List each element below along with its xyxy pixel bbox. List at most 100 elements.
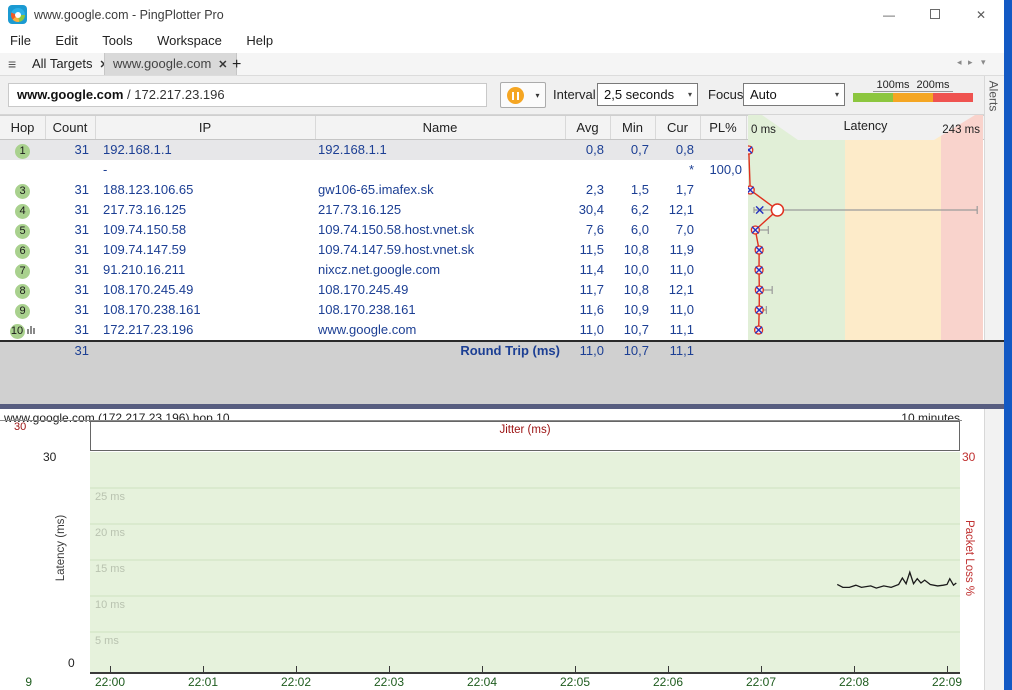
latency-scale-max: 243 ms [942,124,980,136]
table-row[interactable]: 73191.210.16.211nixcz.net.google.com11,4… [0,260,748,280]
menu-file[interactable]: File [0,30,41,51]
focused-hop-chart-icon [27,320,36,340]
target-input[interactable]: www.google.com / 172.217.23.196 [8,83,487,107]
pause-button[interactable] [500,82,531,108]
cur-cell: 11,9 [655,240,694,260]
column-header-cur[interactable]: Cur [655,120,700,135]
interval-value: 2,5 seconds [604,87,674,102]
new-tab-button[interactable]: + [232,54,241,76]
pl-cell [700,260,742,280]
hop-latency-chart[interactable] [748,140,983,340]
column-header-ip[interactable]: IP [95,120,315,135]
menu-edit[interactable]: Edit [45,30,87,51]
hop-badge: 4 [15,204,30,219]
latency-time-chart[interactable]: 25 ms20 ms15 ms10 ms5 ms [90,452,960,672]
hop-badge: 3 [15,184,30,199]
legend-orange-swatch [893,93,933,102]
pl-cell [700,300,742,320]
interval-select[interactable]: 2,5 seconds ▾ [597,83,698,106]
column-divider [95,116,96,139]
column-header-pl[interactable]: PL% [700,120,746,135]
x-axis-tick-label: 22:07 [739,675,783,689]
x-axis-tick [947,666,948,672]
menu-workspace[interactable]: Workspace [147,30,232,51]
pl-cell [700,180,742,200]
count-cell [45,160,89,180]
close-button[interactable]: ✕ [958,0,1004,30]
min-cell [610,160,649,180]
tab-list-dropdown-icon[interactable]: ▾ [981,57,986,68]
name-cell: 108.170.238.161 [318,300,563,320]
table-row[interactable]: 131192.168.1.1192.168.1.10,80,70,8 [0,140,748,160]
tab-scroll-right-icon[interactable]: ▸ [968,57,973,68]
tab-scroll-left-icon[interactable]: ◂ [957,57,962,68]
right-axis-max-label: 30 [962,450,975,464]
name-cell: 108.170.245.49 [318,280,563,300]
ip-cell: 217.73.16.125 [103,200,313,220]
column-divider [610,116,611,139]
ip-cell: 109.74.147.59 [103,240,313,260]
ip-cell: 192.168.1.1 [103,140,313,160]
hop-badge: 1 [15,144,30,159]
avg-cell: 11,7 [565,280,604,300]
avg-cell: 11,6 [565,300,604,320]
targets-menu-icon[interactable]: ≡ [8,56,16,72]
table-row[interactable]: 631109.74.147.59109.74.147.59.host.vnet.… [0,240,748,260]
x-axis-labels: 21:5922:0022:0122:0222:0322:0422:0522:06… [25,675,970,690]
table-row[interactable]: 1031172.217.23.196www.google.com11,010,7… [0,320,748,340]
menu-tools[interactable]: Tools [92,30,142,51]
column-header-avg[interactable]: Avg [565,120,610,135]
ip-cell: 188.123.106.65 [103,180,313,200]
count-cell: 31 [45,300,89,320]
column-header-count[interactable]: Count [45,120,95,135]
name-cell: 217.73.16.125 [318,200,563,220]
table-row[interactable]: 531109.74.150.58109.74.150.58.host.vnet.… [0,220,748,240]
window-title: www.google.com - PingPlotter Pro [34,0,224,30]
pause-icon [507,87,524,104]
focus-value: Auto [750,87,777,102]
tab-all-targets[interactable]: All Targets✕ [24,53,117,75]
min-cell: 1,5 [610,180,649,200]
name-cell: 109.74.150.58.host.vnet.sk [318,220,563,240]
title-bar: www.google.com - PingPlotter Pro — ✕ [0,0,1004,30]
hop-cell: 6 [0,240,45,260]
round-trip-count: 31 [45,342,89,359]
alerts-tab[interactable]: Alerts [986,81,1000,112]
table-row[interactable]: 831108.170.245.49108.170.245.4911,710,81… [0,280,748,300]
ip-cell: 108.170.238.161 [103,300,313,320]
pl-cell [700,140,742,160]
menu-help[interactable]: Help [236,30,283,51]
round-trip-min: 10,7 [610,342,649,359]
name-cell: www.google.com [318,320,563,340]
column-header-hop[interactable]: Hop [0,120,45,135]
table-row[interactable]: -*100,0 [0,160,748,180]
table-row[interactable]: 331188.123.106.65gw106-65.imafex.sk2,31,… [0,180,748,200]
pause-dropdown-button[interactable]: ▾ [530,82,546,108]
table-row[interactable]: 931108.170.238.161108.170.238.16111,610,… [0,300,748,320]
column-header-name[interactable]: Name [315,120,565,135]
count-cell: 31 [45,180,89,200]
hop-badge: 5 [15,224,30,239]
ip-cell: - [103,160,313,180]
x-axis-tick [761,666,762,672]
min-cell: 6,2 [610,200,649,220]
jitter-title: Jitter (ms) [91,424,959,436]
column-header-min[interactable]: Min [610,120,655,135]
table-row[interactable]: 431217.73.16.125217.73.16.12530,46,212,1 [0,200,748,220]
legend-green-swatch [853,93,893,102]
packet-loss-axis-label: Packet Loss % [963,518,975,598]
minimize-button[interactable]: — [866,0,912,30]
tab-bar: ≡ All Targets✕ www.google.com ✕ + ◂ ▸ ▾ [0,53,1004,76]
target-host: www.google.com [17,87,123,102]
cur-cell: 0,8 [655,140,694,160]
maximize-button[interactable] [912,0,958,30]
tab-close-icon[interactable]: ✕ [218,59,227,71]
jitter-plot[interactable]: Jitter (ms) [90,421,960,451]
y-axis-title: Latency (ms) [55,515,67,581]
gridline-label: 5 ms [95,635,119,647]
tab-www-google-com[interactable]: www.google.com ✕ [104,53,237,75]
tab-label: www.google.com [113,56,211,71]
avg-cell [565,160,604,180]
x-axis-tick [296,666,297,672]
focus-select[interactable]: Auto ▾ [743,83,845,106]
